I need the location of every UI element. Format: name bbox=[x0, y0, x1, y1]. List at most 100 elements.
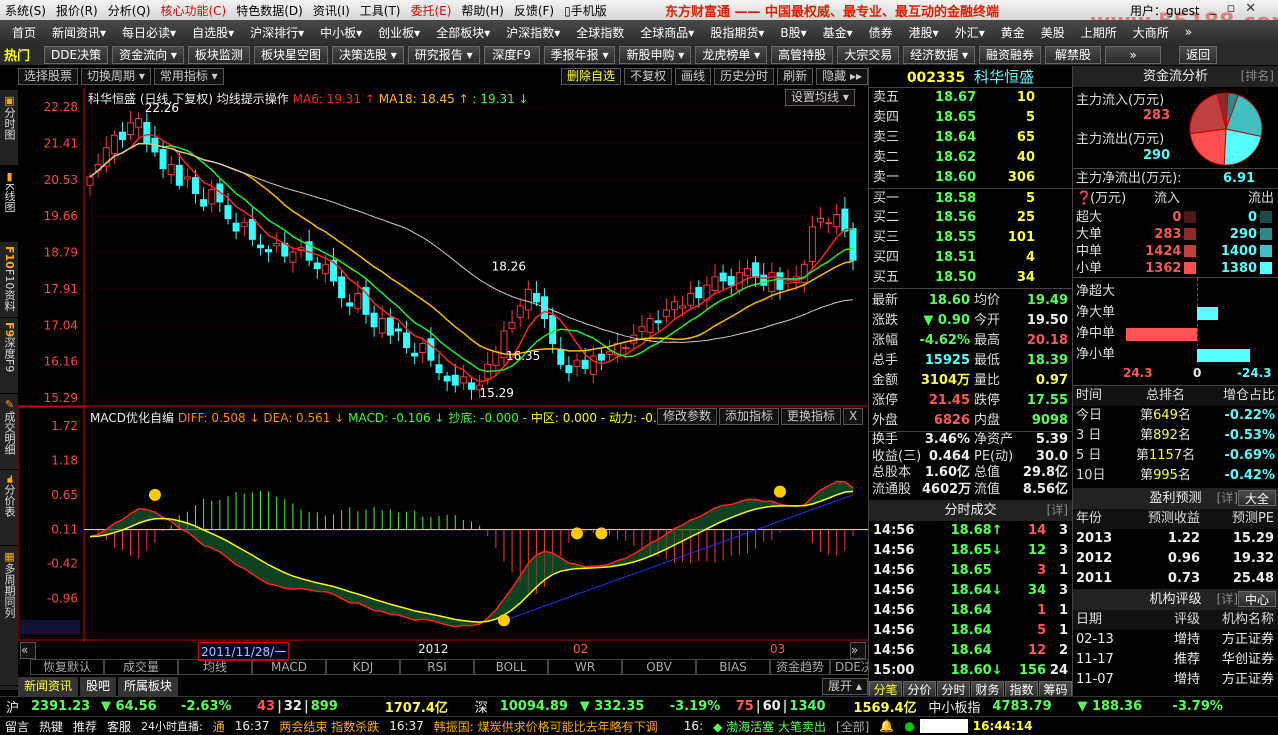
nav-item[interactable]: 全球指数 bbox=[568, 24, 632, 41]
toolbar-button[interactable]: 历史分时 bbox=[714, 68, 775, 85]
toolbar-button[interactable]: 隐藏 ▸▸ bbox=[816, 68, 868, 85]
menu-item[interactable]: 帮助(H) bbox=[456, 2, 508, 19]
help-icon[interactable]: ❓ bbox=[1076, 189, 1092, 209]
news-tab[interactable]: 新闻资讯 bbox=[18, 677, 79, 696]
menu-item[interactable]: ▯手机版 bbox=[559, 2, 612, 19]
nav-item[interactable]: 美股 bbox=[1033, 24, 1073, 41]
nav-item[interactable]: 中小板▾ bbox=[312, 24, 370, 41]
hot-button[interactable]: 高管持股 bbox=[771, 45, 834, 64]
nav-item[interactable]: 黄金 bbox=[993, 24, 1033, 41]
sidebar-tab-0[interactable]: ▣ 分时图 bbox=[0, 90, 18, 166]
hot-button[interactable]: 研究报告 ▾ bbox=[407, 45, 480, 64]
indicator-tab[interactable]: MACD bbox=[252, 659, 326, 675]
menu-item[interactable]: 系统(S) bbox=[0, 2, 51, 19]
nav-item[interactable]: 沪深指数▾ bbox=[498, 24, 568, 41]
set-ma-button[interactable]: 设置均线 ▾ bbox=[785, 89, 855, 106]
nav-item[interactable]: 大商所 bbox=[1125, 24, 1177, 41]
kline-chart[interactable]: 22.28 21.41 20.53 19.66 18.79 17.91 17.04 16.16… bbox=[18, 88, 868, 642]
menu-item[interactable]: 资讯(I) bbox=[308, 2, 355, 19]
menu-item[interactable]: 反馈(F) bbox=[509, 2, 559, 19]
all-alerts-link[interactable]: [全部] bbox=[831, 718, 874, 735]
scroll-right-button[interactable]: » bbox=[850, 642, 866, 659]
news-tab[interactable]: 所属板块 bbox=[118, 677, 179, 696]
stock-alert[interactable]: ◆ 渤海活塞 大笔卖出 bbox=[708, 718, 831, 735]
nav-item[interactable]: 每日必读▾ bbox=[114, 24, 184, 41]
forecast-detail-link[interactable]: [详] bbox=[1217, 488, 1238, 509]
indicator-tab[interactable]: 恢复默认 bbox=[30, 659, 104, 675]
toolbar-button[interactable]: 刷新 bbox=[777, 68, 814, 85]
nav-item[interactable]: 外汇▾ bbox=[947, 24, 993, 41]
hot-button[interactable]: 解禁股 bbox=[1045, 45, 1102, 64]
nav-item[interactable]: B股▾ bbox=[772, 24, 814, 41]
toolbar-button[interactable]: 删除自选 bbox=[561, 68, 622, 85]
nav-item[interactable]: 港股▾ bbox=[901, 24, 947, 41]
indicator-tab[interactable]: OBV bbox=[622, 659, 696, 675]
menu-item[interactable]: 分析(Q) bbox=[103, 2, 156, 19]
forecast-all-button[interactable]: 大全 bbox=[1237, 490, 1276, 506]
hot-button[interactable]: 板块星空图 bbox=[253, 45, 328, 64]
nav-item[interactable]: 新闻资讯▾ bbox=[44, 24, 114, 41]
menu-item[interactable]: 特色数据(D) bbox=[231, 2, 308, 19]
hot-button[interactable]: DDE决策 bbox=[44, 45, 109, 64]
indicator-tab[interactable]: 资金趋势 bbox=[770, 659, 830, 675]
toolbar-button[interactable]: 画线 bbox=[675, 68, 712, 85]
hot-button[interactable]: 融资融券 bbox=[979, 45, 1042, 64]
hot-button[interactable]: 板块监测 bbox=[187, 45, 250, 64]
hot-button[interactable]: 季报年报 ▾ bbox=[543, 45, 616, 64]
nav-item[interactable]: 基金▾ bbox=[815, 24, 861, 41]
nav-item[interactable]: 首页 bbox=[0, 24, 44, 41]
hotkey-link[interactable]: 热键 bbox=[34, 718, 68, 735]
toolbar-button[interactable]: 不复权 bbox=[624, 68, 673, 85]
news-tab[interactable]: 股吧 bbox=[80, 677, 117, 696]
sidebar-tab-6[interactable]: ▦ 多周期同列 bbox=[0, 546, 18, 686]
nav-item[interactable]: 全部板块▾ bbox=[428, 24, 498, 41]
toolbar-button[interactable]: 切换周期 ▾ bbox=[81, 68, 151, 85]
recommend-link[interactable]: 推荐 bbox=[68, 718, 102, 735]
window-controls[interactable]: _▫✕ bbox=[1210, 1, 1266, 16]
nav-item[interactable]: 全球商品▾ bbox=[632, 24, 702, 41]
bell-icon[interactable]: 🔔 bbox=[874, 719, 899, 733]
sidebar-tab-1[interactable]: ▮ K线图 bbox=[0, 166, 18, 242]
hot-button[interactable]: 经济数据 ▾ bbox=[903, 45, 976, 64]
indicator-tab[interactable]: BOLL bbox=[474, 659, 548, 675]
rating-detail-link[interactable]: [详] bbox=[1217, 589, 1238, 610]
menu-item[interactable]: 报价(R) bbox=[51, 2, 103, 19]
toolbar-button[interactable]: 选择股票 bbox=[18, 68, 79, 85]
macd-button[interactable]: X bbox=[843, 408, 864, 425]
support-link[interactable]: 客服 bbox=[102, 718, 136, 735]
message-link[interactable]: 留言 bbox=[0, 718, 34, 735]
nav-item[interactable]: 创业板▾ bbox=[370, 24, 428, 41]
nav-item[interactable]: 股指期货▾ bbox=[702, 24, 772, 41]
hot-button[interactable]: 深度F9 bbox=[483, 45, 540, 64]
macd-button[interactable]: 修改参数 bbox=[657, 408, 718, 425]
rank-link[interactable]: [排名] bbox=[1241, 66, 1274, 87]
indicator-tab[interactable]: BIAS bbox=[696, 659, 770, 675]
sidebar-tab-3[interactable]: F9 深度F9 bbox=[0, 318, 18, 394]
scroll-left-button[interactable]: « bbox=[20, 642, 36, 659]
toolbar-button[interactable]: 常用指标 ▾ bbox=[153, 68, 224, 85]
nav-item[interactable]: » bbox=[1177, 25, 1200, 39]
expand-button[interactable]: 展开 ▴ bbox=[822, 678, 868, 695]
sidebar-tab-2[interactable]: F10 F10资料 bbox=[0, 242, 18, 318]
sidebar-tab-5[interactable]: ☚ 分价表 bbox=[0, 470, 18, 546]
hot-button[interactable]: 资金流向 ▾ bbox=[112, 45, 184, 64]
macd-button[interactable]: 更换指标 bbox=[781, 408, 842, 425]
nav-item[interactable]: 债券 bbox=[861, 24, 901, 41]
indicator-tab[interactable]: 成交量 bbox=[104, 659, 178, 675]
nav-item[interactable]: 上期所 bbox=[1073, 24, 1125, 41]
trades-detail-link[interactable]: [详] bbox=[1047, 500, 1068, 521]
hot-button[interactable]: 决策选股 ▾ bbox=[331, 45, 404, 64]
macd-button[interactable]: 添加指标 bbox=[719, 408, 780, 425]
hot-button[interactable]: » bbox=[1105, 45, 1162, 64]
hot-button[interactable]: 龙虎榜单 ▾ bbox=[695, 45, 768, 64]
nav-item[interactable]: 自选股▾ bbox=[184, 24, 242, 41]
indicator-tab[interactable]: 均线 bbox=[178, 659, 252, 675]
ticker-news[interactable]: 韩振国: 煤炭供求价格可能比去年略有下调 bbox=[429, 718, 679, 735]
back-button[interactable]: 返回 bbox=[1179, 45, 1218, 64]
sidebar-tab-4[interactable]: ✎ 成交明细 bbox=[0, 394, 18, 470]
nav-item[interactable]: 沪深排行▾ bbox=[242, 24, 312, 41]
indicator-tab[interactable]: RSI bbox=[400, 659, 474, 675]
indicator-tab[interactable]: WR bbox=[548, 659, 622, 675]
hot-button[interactable]: 大宗交易 bbox=[837, 45, 900, 64]
ticker-news[interactable]: 通 bbox=[208, 718, 230, 735]
